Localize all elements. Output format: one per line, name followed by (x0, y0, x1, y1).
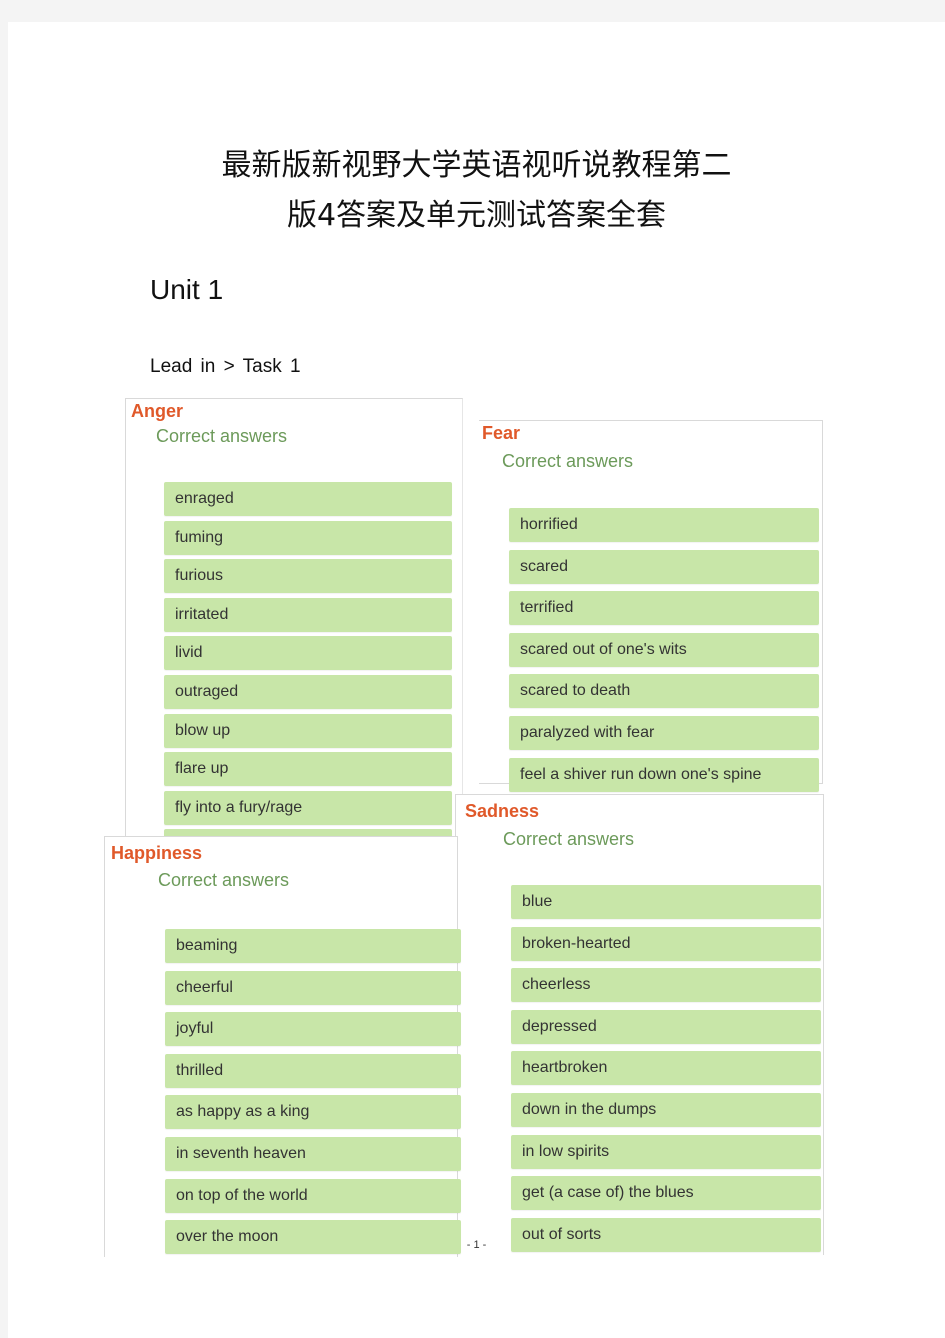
anger-answer-item: enraged (164, 482, 452, 516)
happiness-answer-item: beaming (165, 929, 461, 963)
anger-subtitle: Correct answers (156, 426, 288, 446)
fear-answer-item: paralyzed with fear (509, 716, 819, 750)
sadness-answer-item: cheerless (511, 968, 821, 1003)
anger-answer-item: irritated (164, 597, 452, 632)
fear-subtitle: Correct answers (502, 451, 634, 471)
anger-category-label: Anger (131, 401, 184, 421)
anger-answer-item: flare up (164, 752, 452, 787)
sadness-answer-item: heartbroken (511, 1051, 821, 1086)
happiness-answer-item: as happy as a king (165, 1095, 461, 1130)
document-page: 最新版新视野大学英语视听说教程第二 版4答案及单元测试答案全套 Unit 1 L… (8, 22, 945, 1338)
fear-answer-item: feel a shiver run down one's spine (509, 757, 819, 792)
anger-answer-item: fuming (164, 520, 452, 555)
section-heading: Lead in > Task 1 (150, 356, 301, 377)
anger-panel: Anger Correct answers enraged fuming furio… (125, 398, 463, 864)
anger-answer-item: outraged (164, 675, 452, 709)
sadness-answer-item: blue (511, 885, 821, 919)
fear-category-label: Fear (482, 423, 521, 443)
sadness-answer-item: broken-hearted (511, 926, 821, 961)
happiness-panel: Happiness Correct answers beaming cheerfu… (104, 836, 461, 1257)
page-number: - 1 - (466, 1239, 487, 1251)
happiness-category-label: Happiness (111, 843, 203, 863)
sadness-subtitle: Correct answers (503, 829, 635, 849)
fear-answer-item: horrified (509, 508, 819, 542)
happiness-answer-item: thrilled (165, 1053, 461, 1088)
fear-answer-item: scared out of one's wits (509, 632, 819, 667)
sadness-category-label: Sadness (465, 801, 540, 821)
fear-answer-item: terrified (509, 591, 819, 626)
sadness-panel: Sadness Correct answers blue broken-heart… (455, 794, 824, 1255)
happiness-subtitle: Correct answers (158, 870, 290, 890)
document-title-line-1: 最新版新视野大学英语视听说教程第二 (221, 148, 732, 183)
sadness-answer-item: depressed (511, 1009, 821, 1044)
fear-answer-item: scared (509, 549, 819, 584)
sadness-answer-item: in low spirits (511, 1134, 821, 1169)
document-title-line-2: 版4答案及单元测试答案全套 (286, 198, 667, 233)
anger-answer-item: livid (164, 636, 452, 671)
anger-answer-item: fly into a fury/rage (164, 790, 452, 825)
sadness-answer-item: get (a case of) the blues (511, 1176, 821, 1211)
fear-panel: Fear Correct answers horrified scared terr… (479, 420, 823, 792)
happiness-answer-item: joyful (165, 1012, 461, 1047)
unit-heading: Unit 1 (150, 274, 224, 305)
happiness-answer-item: cheerful (165, 970, 461, 1005)
anger-answer-item: furious (164, 559, 452, 594)
happiness-answer-item: on top of the world (165, 1178, 461, 1213)
fear-answer-item: scared to death (509, 674, 819, 709)
happiness-answer-item: in seventh heaven (165, 1137, 461, 1171)
anger-answer-item: blow up (164, 713, 452, 748)
sadness-answer-item: down in the dumps (511, 1093, 821, 1127)
